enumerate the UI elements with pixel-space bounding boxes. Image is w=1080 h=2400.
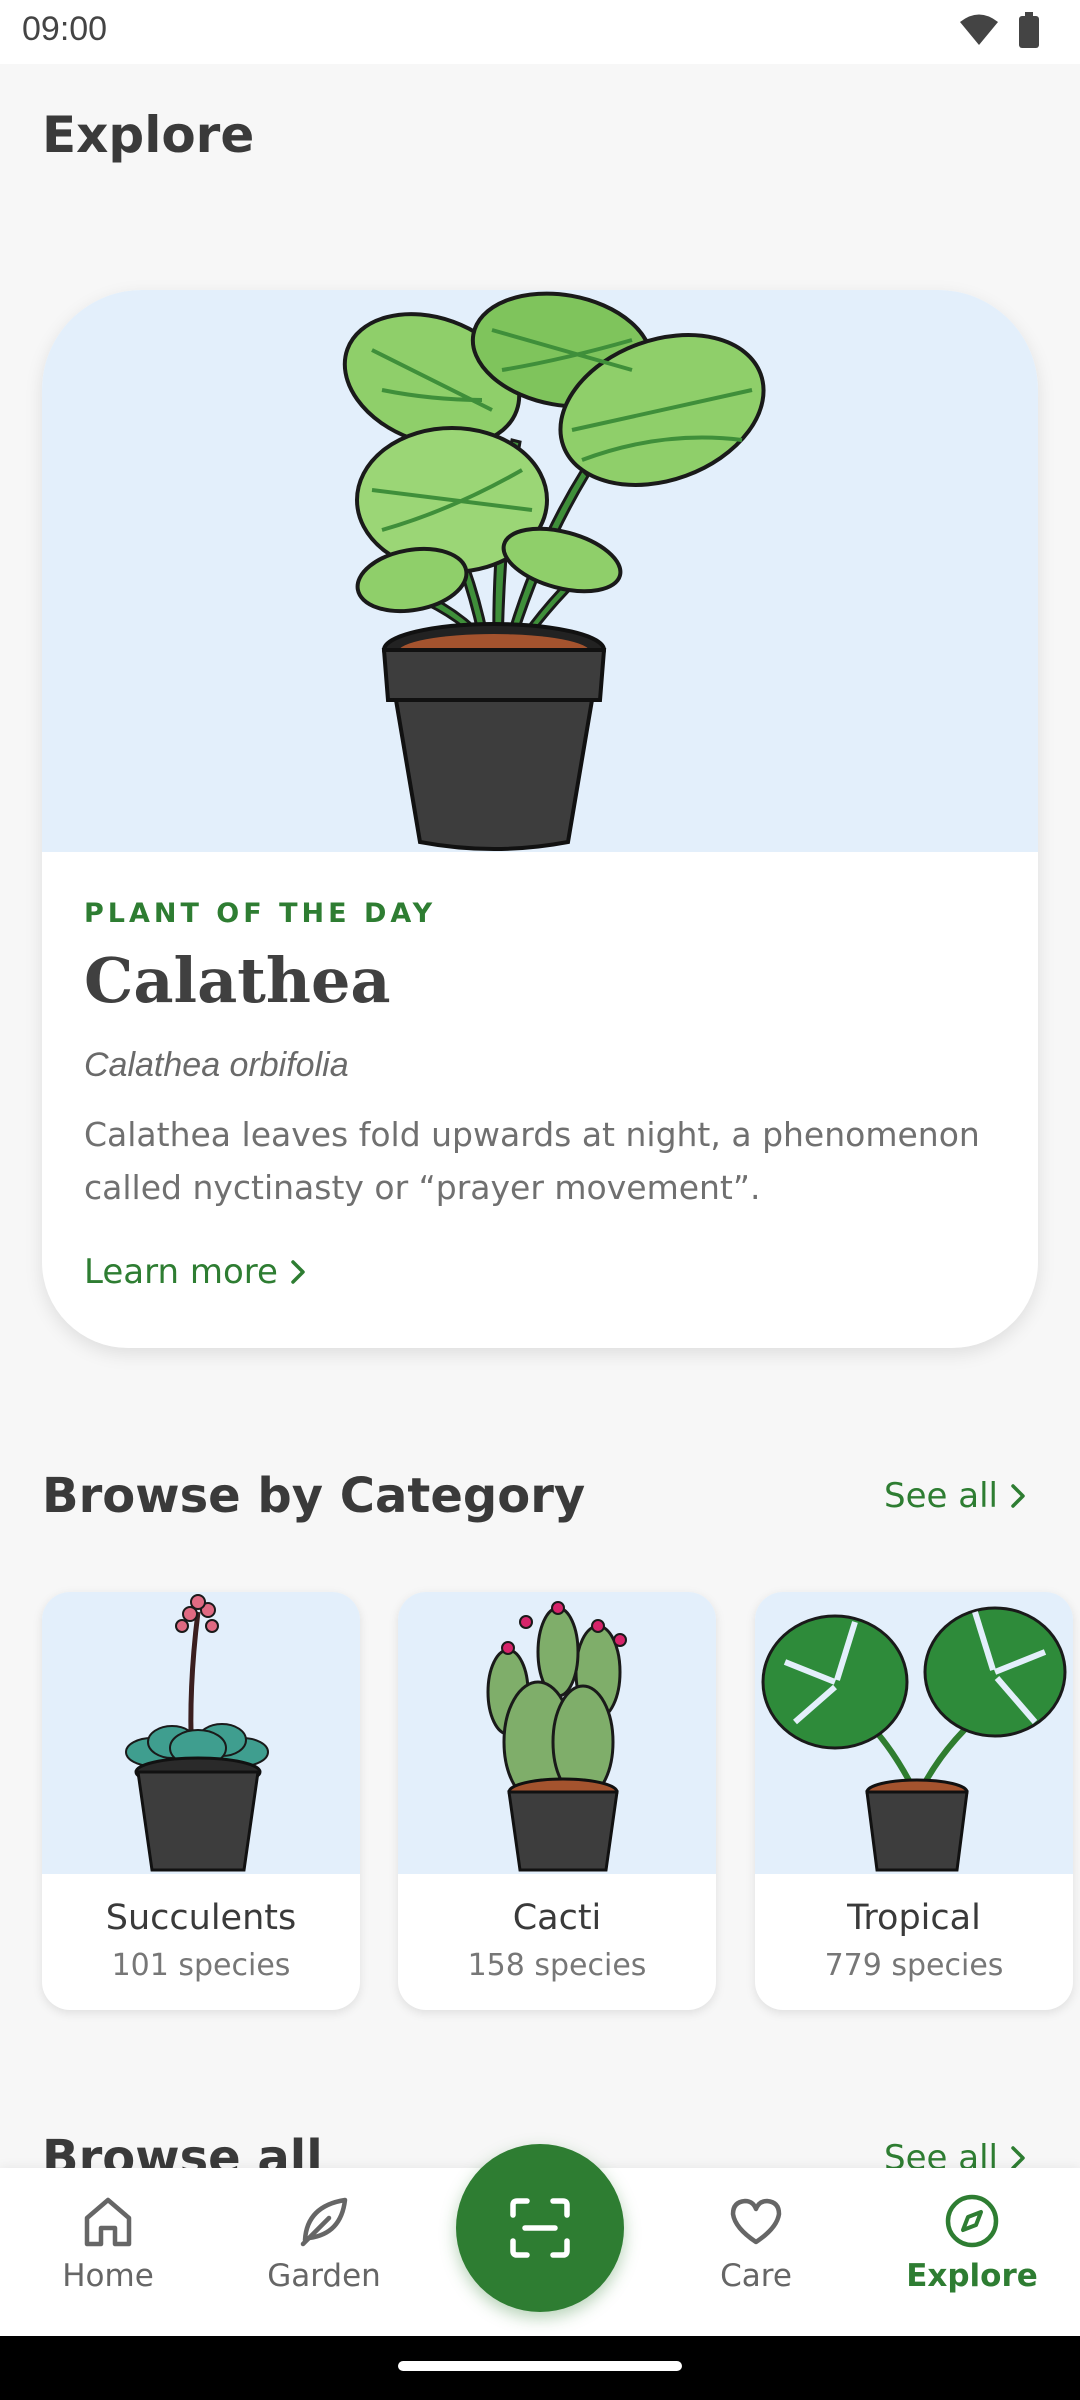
- plant-of-day-label: PLANT OF THE DAY: [84, 898, 437, 929]
- plant-of-day-image: [42, 290, 1038, 852]
- status-time: 09:00: [22, 10, 108, 48]
- category-name: Succulents: [105, 1898, 297, 1938]
- plant-name: Calathea: [84, 944, 391, 1017]
- category-card-succulents[interactable]: Succulents 101 species: [42, 1592, 360, 2010]
- category-see-all-link[interactable]: See all: [884, 1476, 1026, 1516]
- monstera-illustration: [761, 1606, 1067, 1872]
- plant-scientific-name: Calathea orbifolia: [84, 1046, 349, 1084]
- compass-icon: [945, 2194, 999, 2248]
- learn-more-label: Learn more: [84, 1252, 278, 1292]
- succulent-illustration: [125, 1594, 269, 1872]
- page-title: Explore: [42, 106, 255, 164]
- category-count: 779 species: [824, 1948, 1004, 1983]
- scan-icon: [510, 2198, 570, 2258]
- category-image: [755, 1592, 1073, 1874]
- chevron-right-icon: [291, 1260, 305, 1284]
- chevron-right-icon: [1011, 1484, 1025, 1508]
- home-icon: [84, 2197, 132, 2247]
- category-image: [398, 1592, 716, 1874]
- calathea-illustration: [342, 291, 766, 851]
- nav-item-home[interactable]: Home: [8, 2168, 208, 2336]
- battery-icon: [1019, 12, 1039, 48]
- nav-label-explore: Explore: [906, 2258, 1038, 2294]
- status-icons: [958, 12, 1040, 48]
- nav-label-garden: Garden: [267, 2258, 381, 2294]
- category-name: Cacti: [512, 1898, 602, 1938]
- status-bar: 09:00: [0, 0, 1080, 64]
- heart-icon: [730, 2198, 782, 2245]
- plant-description: Calathea leaves fold upwards at night, a…: [84, 1115, 980, 1207]
- learn-more-link[interactable]: Learn more: [84, 1252, 306, 1292]
- category-section-title: Browse by Category: [42, 1468, 586, 1524]
- nav-item-garden[interactable]: Garden: [224, 2168, 424, 2336]
- nav-label-home: Home: [62, 2258, 154, 2294]
- wifi-icon: [960, 14, 998, 45]
- leaf-icon: [300, 2197, 348, 2247]
- nav-label-care: Care: [720, 2258, 792, 2294]
- cactus-illustration: [486, 1601, 627, 1872]
- plant-of-day-card[interactable]: PLANT OF THE DAY Calathea Calathea orbif…: [42, 290, 1038, 1348]
- category-count: 158 species: [467, 1948, 647, 1983]
- category-image: [42, 1592, 360, 1874]
- category-card-tropical[interactable]: Tropical 779 species: [755, 1592, 1073, 2010]
- category-card-cacti[interactable]: Cacti 158 species: [398, 1592, 716, 2010]
- scan-button[interactable]: [456, 2144, 624, 2312]
- see-all-label: See all: [884, 1476, 998, 1516]
- home-gesture-bar[interactable]: [398, 2361, 682, 2371]
- category-count: 101 species: [111, 1948, 291, 1983]
- category-name: Tropical: [847, 1898, 981, 1938]
- nav-item-explore[interactable]: Explore: [872, 2168, 1072, 2336]
- nav-item-care[interactable]: Care: [656, 2168, 856, 2336]
